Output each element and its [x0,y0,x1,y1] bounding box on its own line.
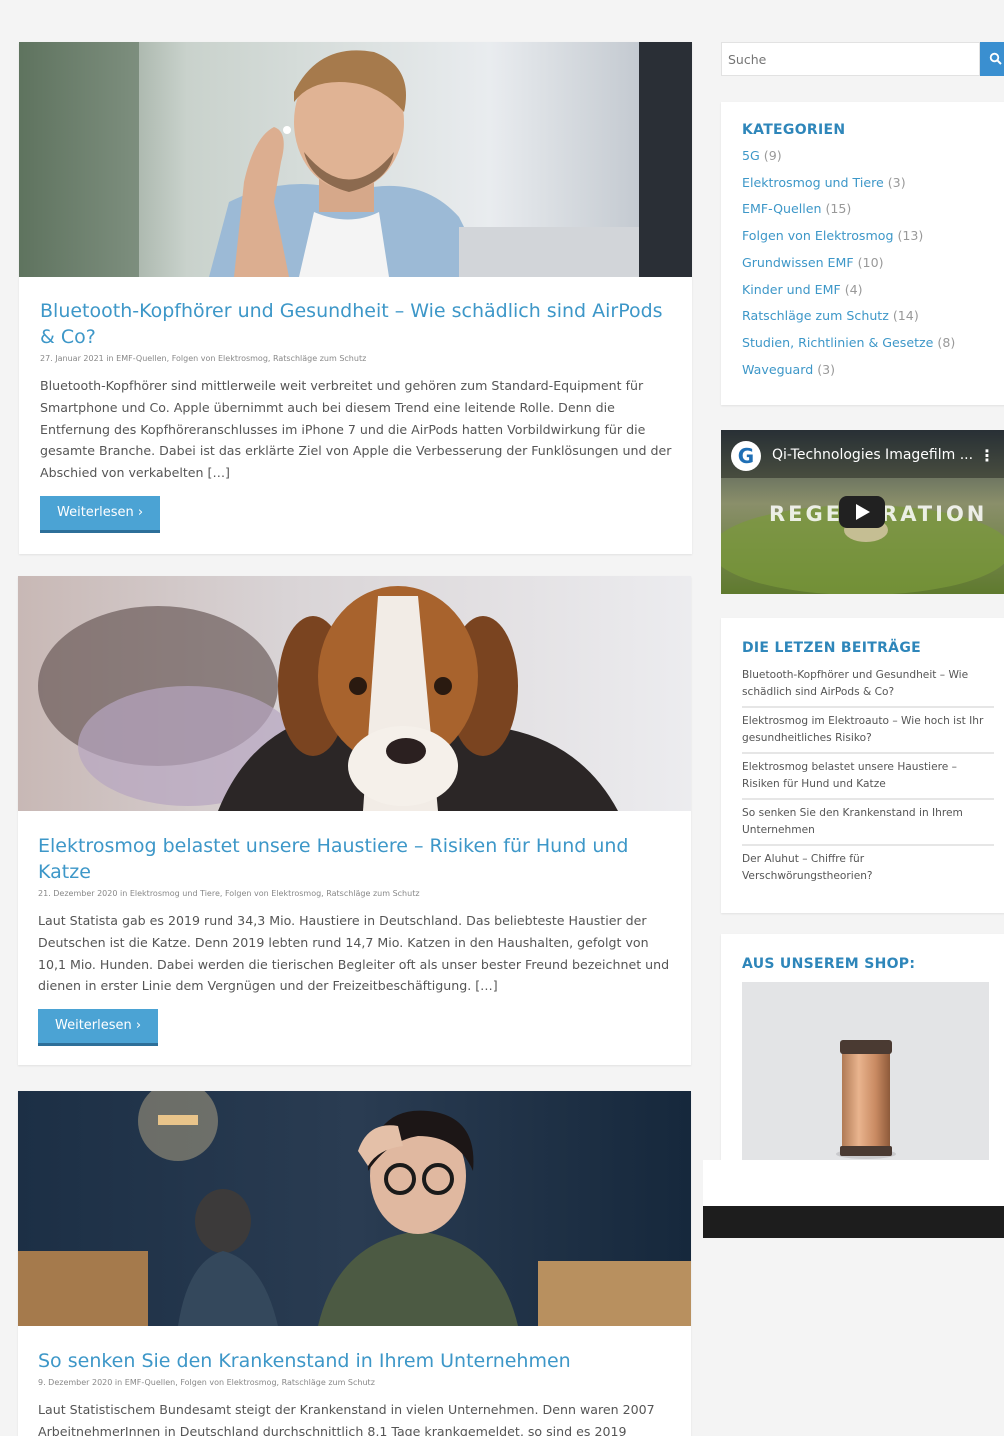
category-list: 5G (9) Elektrosmog und Tiere (3) EMF-Que… [742,143,1000,383]
search-bar [721,42,1004,76]
recent-post-item[interactable]: So senken Sie den Krankenstand in Ihrem … [742,800,994,846]
post-card: Bluetooth-Kopfhörer und Gesundheit – Wie… [19,42,692,554]
recent-post-item[interactable]: Bluetooth-Kopfhörer und Gesundheit – Wie… [742,662,994,708]
category-item[interactable]: 5G (9) [742,143,1000,170]
widget-title: DIE LETZEN BEITRÄGE [742,640,921,656]
search-icon [989,52,1002,65]
category-item[interactable]: Kinder und EMF (4) [742,277,1000,304]
shop-widget: AUS UNSEREM SHOP: [721,934,1004,1164]
category-item[interactable]: Ratschläge zum Schutz (14) [742,303,1000,330]
channel-logo-letter: G [737,444,755,468]
widget-title: KATEGORIEN [742,122,846,138]
widget-title: AUS UNSEREM SHOP: [742,956,916,972]
post-meta: 27. Januar 2021 in EMF-Quellen, Folgen v… [40,353,672,365]
post-image[interactable] [19,42,692,277]
shop-product-image[interactable] [742,982,989,1160]
read-more-button[interactable]: Weiterlesen › [40,495,161,533]
post-date: 9. Dezember 2020 [38,1378,113,1387]
category-item[interactable]: Waveguard (3) [742,357,1000,384]
post-image[interactable] [18,1091,691,1326]
play-button[interactable] [839,496,885,528]
post-body: Bluetooth-Kopfhörer und Gesundheit – Wie… [40,298,672,533]
post-date: 27. Januar 2021 [40,354,104,363]
post-excerpt: Laut Statistischem Bundesamt steigt der … [38,1402,655,1436]
stressed-office-worker-photo [18,1091,691,1326]
search-button[interactable] [980,42,1004,76]
post-categories[interactable]: EMF-Quellen, Folgen von Elektrosmog, Rat… [116,354,366,363]
recent-post-item[interactable]: Der Aluhut – Chiffre für Verschwörungsth… [742,846,994,890]
category-item[interactable]: Folgen von Elektrosmog (13) [742,223,1000,250]
footer-overlay-white [703,1160,1004,1206]
post-card: So senken Sie den Krankenstand in Ihrem … [18,1091,691,1436]
post-meta: 21. Dezember 2020 in Elektrosmog und Tie… [38,888,671,900]
post-in-label: in [106,354,114,363]
man-with-earbuds-photo [19,42,692,277]
category-item[interactable]: Grundwissen EMF (10) [742,250,1000,277]
channel-logo[interactable]: G [731,441,761,471]
post-categories[interactable]: Elektrosmog und Tiere, Folgen von Elektr… [130,889,420,898]
video-embed[interactable]: G Qi-Technologies Imagefilm ... ⋮ REGENE… [721,430,1004,594]
post-excerpt: Bluetooth-Kopfhörer sind mittlerweile we… [40,378,672,481]
recent-post-item[interactable]: Elektrosmog im Elektroauto – Wie hoch is… [742,708,994,754]
recent-posts-widget: DIE LETZEN BEITRÄGE Bluetooth-Kopfhörer … [721,618,1004,913]
post-card: Elektrosmog belastet unsere Haustiere – … [18,576,691,1065]
more-options-icon[interactable]: ⋮ [979,446,995,466]
read-more-button[interactable]: Weiterlesen › [38,1009,159,1047]
post-title[interactable]: Elektrosmog belastet unsere Haustiere – … [38,833,671,885]
post-body: So senken Sie den Krankenstand in Ihrem … [38,1348,671,1436]
video-title[interactable]: Qi-Technologies Imagefilm ... [772,447,973,463]
copper-cylinder-product [836,1040,896,1159]
post-image[interactable] [18,576,691,811]
beagle-dog-photo [18,576,691,811]
category-item[interactable]: Studien, Richtlinien & Gesetze (8) [742,330,1000,357]
post-title[interactable]: Bluetooth-Kopfhörer und Gesundheit – Wie… [40,298,672,350]
categories-widget: KATEGORIEN 5G (9) Elektrosmog und Tiere … [721,102,1004,405]
recent-post-item[interactable]: Elektrosmog belastet unsere Haustiere – … [742,754,994,800]
post-categories[interactable]: EMF-Quellen, Folgen von Elektrosmog, Rat… [125,1378,375,1387]
category-item[interactable]: Elektrosmog und Tiere (3) [742,170,1000,197]
footer-overlay-dark [703,1206,1004,1238]
post-title[interactable]: So senken Sie den Krankenstand in Ihrem … [38,1348,671,1374]
play-icon [856,504,870,520]
category-item[interactable]: EMF-Quellen (15) [742,196,1000,223]
post-excerpt: Laut Statista gab es 2019 rund 34,3 Mio.… [38,913,670,994]
post-in-label: in [114,1378,123,1387]
post-in-label: in [120,889,128,898]
recent-post-list: Bluetooth-Kopfhörer und Gesundheit – Wie… [742,662,994,890]
search-input[interactable] [721,42,980,76]
post-meta: 9. Dezember 2020 in EMF-Quellen, Folgen … [38,1377,671,1389]
post-date: 21. Dezember 2020 [38,889,118,898]
post-body: Elektrosmog belastet unsere Haustiere – … [38,833,671,1047]
